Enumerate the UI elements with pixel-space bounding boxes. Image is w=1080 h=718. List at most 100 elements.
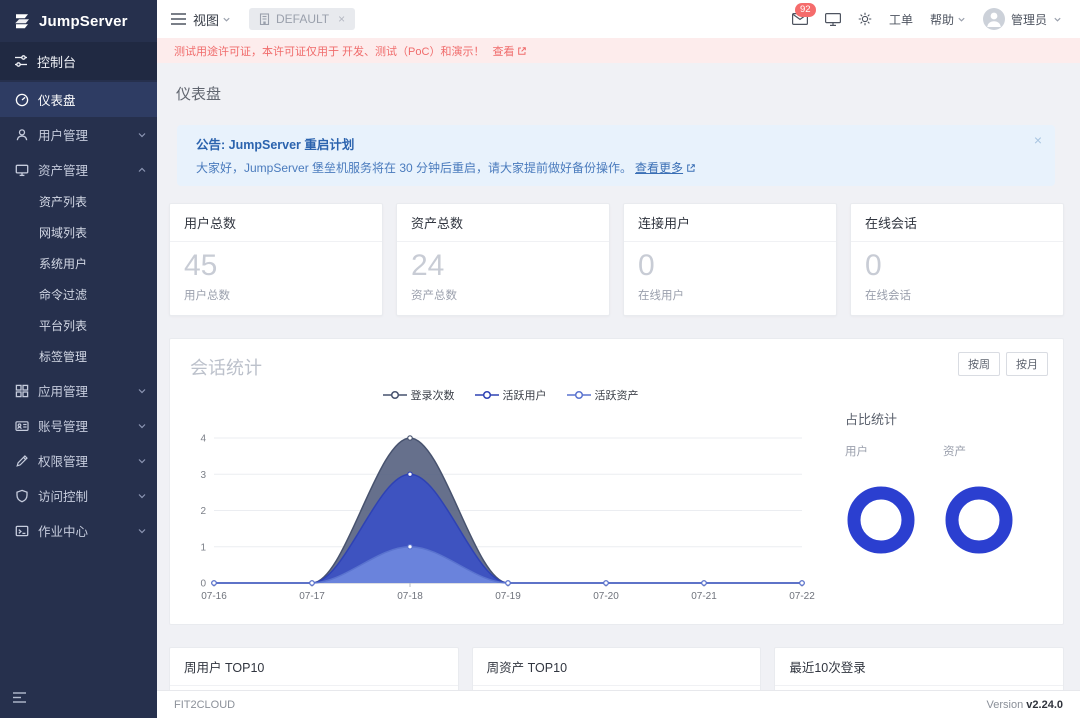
stat-title: 用户总数 [170, 204, 382, 242]
view-menu[interactable]: 视图 [193, 10, 231, 29]
stat-title: 在线会话 [851, 204, 1063, 242]
donut-chart [945, 486, 1013, 553]
acl-icon [15, 489, 29, 503]
stat-value: 45 [184, 249, 218, 282]
logo[interactable]: JumpServer [0, 0, 157, 42]
svg-text:07-17: 07-17 [299, 591, 325, 602]
bottom-row: 周用户 TOP10 暂无数据 周资产 TOP10 暂无数据 最近10次登录 暂无… [169, 646, 1065, 690]
svg-text:07-20: 07-20 [593, 591, 619, 602]
sidebar-section-console[interactable]: 控制台 [0, 42, 157, 80]
ratio-panel: 占比统计 用户 资产 [831, 384, 1043, 604]
chevron-down-icon [137, 386, 147, 396]
settings-button[interactable] [858, 12, 872, 26]
sidebar-item-assets[interactable]: 资产管理 [0, 152, 157, 187]
help-menu[interactable]: 帮助 [930, 11, 966, 28]
org-selector[interactable]: DEFAULT × [249, 8, 356, 30]
chart-legend: 登录次数 活跃用户 活跃资产 [190, 384, 831, 406]
gear-icon [858, 12, 872, 26]
sidebar-item-accounts[interactable]: 账号管理 [0, 408, 157, 443]
sidebar-toggle-icon[interactable] [171, 13, 186, 25]
sidebar-item-dashboard[interactable]: 仪表盘 [0, 82, 157, 117]
legend-item[interactable]: 活跃用户 [474, 387, 547, 403]
sidebar-collapse-icon[interactable] [12, 691, 27, 709]
sidebar-item-label: 访问控制 [38, 490, 89, 504]
sidebar-item-jobs[interactable]: 作业中心 [0, 513, 157, 548]
license-view-link[interactable]: 查看 [492, 43, 514, 59]
version-label: Version [986, 698, 1024, 711]
sidebar-item-users[interactable]: 用户管理 [0, 117, 157, 152]
sidebar-item-label: 资产管理 [38, 164, 89, 178]
view-menu-label: 视图 [193, 12, 220, 28]
user-menu-label: 管理员 [1010, 12, 1047, 27]
sidebar-item-label: 权限管理 [38, 455, 89, 469]
web-terminal-button[interactable] [824, 12, 841, 26]
chevron-down-icon [223, 17, 230, 22]
footer-version: Version v2.24.0 [987, 699, 1063, 711]
org-clear-icon[interactable]: × [338, 12, 345, 26]
weekly-assets-top10-card: 周资产 TOP10 暂无数据 [471, 646, 762, 690]
chevron-up-icon [137, 165, 147, 175]
sidebar-subitem[interactable]: 平台列表 [0, 311, 157, 342]
help-menu-label: 帮助 [929, 12, 954, 27]
donut-col: 资产 [943, 443, 1015, 556]
svg-text:07-16: 07-16 [201, 591, 227, 602]
messages-button[interactable]: 92 [791, 3, 816, 25]
main-area: 视图 DEFAULT × 92 工单 帮助 管理员 测试用途许可证，本许可证仅用… [157, 0, 1080, 718]
sidebar-subitem[interactable]: 资产列表 [0, 187, 157, 218]
assets-icon [15, 163, 29, 177]
legend-item[interactable]: 登录次数 [382, 387, 455, 403]
ticket-menu-label: 工单 [888, 12, 913, 27]
monitor-icon [824, 12, 841, 26]
stat-label: 在线用户 [638, 289, 684, 302]
announcement-body: 大家好，JumpServer 堡垒机服务将在 30 分钟后重启，请大家提前做好备… [196, 161, 633, 175]
period-month-button[interactable]: 按月 [1006, 351, 1048, 376]
sidebar-item-label: 账号管理 [38, 420, 89, 434]
stat-value: 0 [865, 249, 882, 282]
sidebar-subitem[interactable]: 命令过滤 [0, 280, 157, 311]
announcement-close-icon[interactable]: × [1034, 132, 1042, 148]
footer-brand: FIT2CLOUD [174, 698, 236, 711]
sidebar-item-acl[interactable]: 访问控制 [0, 478, 157, 513]
stat-card-connected-users: 连接用户 0 在线用户 [623, 203, 837, 316]
legend-label: 活跃资产 [594, 389, 639, 402]
apps-icon [15, 384, 29, 398]
session-line-chart: 0 1 2 3 4 07-16 07-17 07-18 07-19 07-20 07-21 07-22 [200, 433, 815, 602]
dashboard-icon [15, 93, 29, 107]
sidebar: JumpServer 控制台 仪表盘用户管理资产管理资产列表 网域列表 系统用户 命令… [0, 0, 157, 718]
building-icon [259, 13, 270, 25]
announcement-title: JumpServer 重启计划 [228, 138, 355, 152]
svg-text:07-18: 07-18 [397, 591, 423, 602]
sidebar-subitem[interactable]: 网域列表 [0, 218, 157, 249]
sidebar-section-label: 控制台 [37, 54, 77, 70]
announcement-more-link[interactable]: 查看更多 [635, 159, 683, 176]
sidebar-item-label: 用户管理 [38, 129, 89, 143]
ticket-menu[interactable]: 工单 [889, 11, 913, 28]
chevron-down-icon [137, 526, 147, 536]
license-text: 测试用途许可证，本许可证仅用于 开发、测试（PoC）和演示！ [174, 45, 485, 58]
sidebar-item-permissions[interactable]: 权限管理 [0, 443, 157, 478]
chevron-down-icon [137, 456, 147, 466]
period-week-button[interactable]: 按周 [958, 351, 1000, 376]
svg-text:07-19: 07-19 [495, 591, 521, 602]
permissions-icon [15, 454, 29, 468]
donut-col: 用户 [845, 443, 917, 556]
sidebar-subitem[interactable]: 标签管理 [0, 342, 157, 373]
period-toggle: 按周 按月 [958, 351, 1048, 376]
sidebar-item-apps[interactable]: 应用管理 [0, 373, 157, 408]
stat-title: 连接用户 [624, 204, 836, 242]
legend-label: 登录次数 [410, 389, 455, 402]
donut-row: 用户 资产 [845, 443, 1043, 556]
chevron-down-icon [958, 17, 965, 22]
jobs-icon [15, 524, 29, 538]
content: 仪表盘 公告: JumpServer 重启计划 大家好，JumpServer 堡… [157, 63, 1080, 690]
app-window: JumpServer 控制台 仪表盘用户管理资产管理资产列表 网域列表 系统用户 命令… [0, 0, 1080, 718]
app-title: JumpServer [39, 12, 128, 30]
svg-text:07-22: 07-22 [789, 591, 815, 602]
ratio-title: 占比统计 [845, 411, 898, 427]
sidebar-subitem[interactable]: 系统用户 [0, 249, 157, 280]
announcement-banner: 公告: JumpServer 重启计划 大家好，JumpServer 堡垒机服务… [177, 125, 1055, 186]
user-menu[interactable]: 管理员 [982, 8, 1062, 30]
stat-card-online-sessions: 在线会话 0 在线会话 [850, 203, 1064, 316]
legend-item[interactable]: 活跃资产 [566, 387, 639, 403]
stats-row: 用户总数 45 用户总数 资产总数 24 资产总数 连接用户 0 在线用户 在线… [169, 203, 1064, 316]
